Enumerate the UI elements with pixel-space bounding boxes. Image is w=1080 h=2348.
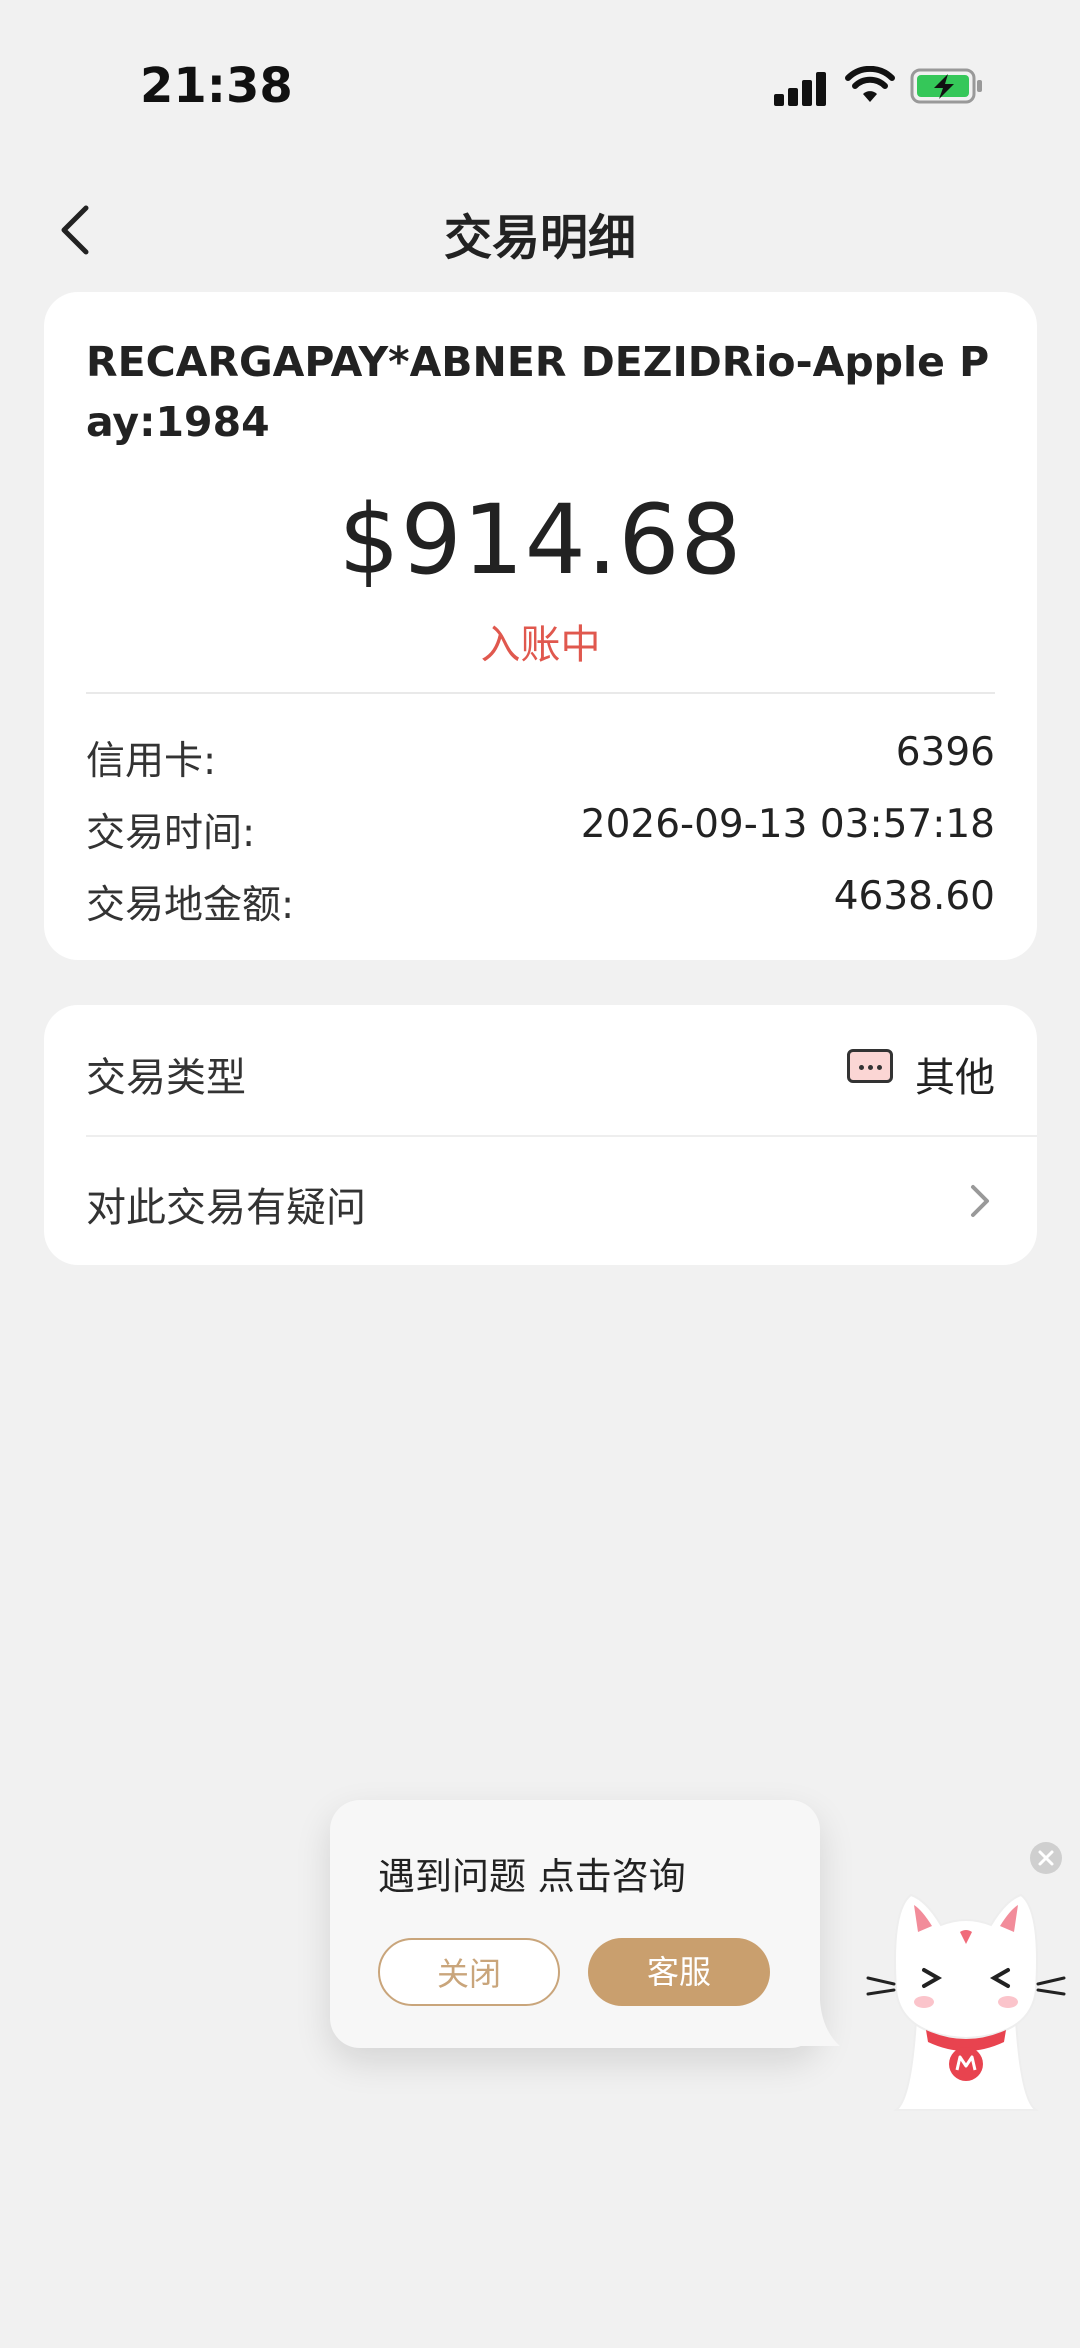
detail-label: 交易地金额: [86,883,295,928]
customer-service-button[interactable]: 客服 [588,1938,770,2006]
dispute-label: 对此交易有疑问 [86,1185,366,1231]
transaction-status: 入账中 [480,622,601,668]
options-card: 交易类型 其他 对此交易有疑问 [44,1005,1037,1265]
popup-message: 遇到问题 点击咨询 [378,1855,686,1898]
detail-label: 交易时间: [86,811,256,856]
mascot-cat-image[interactable] [866,1870,1066,2120]
more-dots-icon [847,1049,893,1083]
detail-row-local-amount: 交易地金额: 4638.60 [86,874,995,934]
nav-bar: 交易明细 [0,180,1080,280]
page-title: 交易明细 [443,210,636,266]
transaction-type-row[interactable]: 交易类型 其他 [86,1005,995,1135]
wifi-icon [845,66,895,102]
detail-row-time: 交易时间: 2026-09-13 03:57:18 [86,802,995,862]
detail-row-card: 信用卡: 6396 [86,730,995,790]
close-button[interactable]: 关闭 [378,1938,560,2006]
help-popup: 遇到问题 点击咨询 关闭 客服 [330,1800,820,2048]
popup-tail [800,2000,840,2046]
detail-label: 信用卡: [86,739,217,784]
status-time: 21:38 [140,58,293,114]
divider [86,692,995,694]
transaction-type-label: 交易类型 [86,1055,246,1101]
transaction-amount: $914.68 [338,484,743,596]
detail-value: 6396 [895,730,995,775]
chevron-right-icon [971,1185,989,1217]
detail-value: 2026-09-13 03:57:18 [580,802,995,847]
battery-charging-icon [910,68,982,104]
status-bar: 21:38 [0,0,1080,150]
detail-value: 4638.60 [833,874,995,919]
merchant-name: RECARGAPAY*ABNER DEZIDRio-Apple Pay:1984 [86,338,990,446]
dispute-row[interactable]: 对此交易有疑问 [86,1135,995,1265]
transaction-type-value: 其他 [915,1055,995,1101]
signal-icon [774,70,828,106]
transaction-card: RECARGAPAY*ABNER DEZIDRio-Apple Pay:1984… [44,292,1037,960]
